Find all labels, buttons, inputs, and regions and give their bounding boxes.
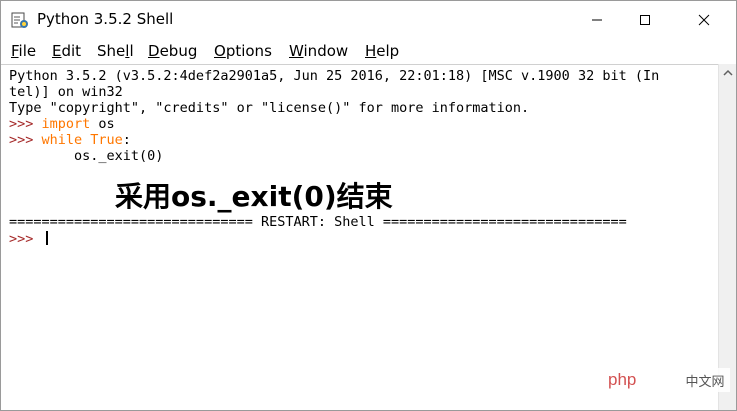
input-line-while: >>> while True:	[9, 132, 131, 148]
close-button[interactable]	[681, 1, 727, 39]
keyword: while True	[41, 132, 123, 148]
menu-bar: File Edit Shell Debug Options Window Hel…	[1, 39, 736, 63]
prompt: >>>	[9, 231, 42, 247]
restart-banner: ============================== RESTART: …	[9, 214, 627, 230]
title-bar[interactable]: Python 3.5.2 Shell	[1, 1, 736, 39]
window-title: Python 3.5.2 Shell	[37, 10, 174, 28]
vertical-scrollbar[interactable]	[718, 64, 736, 410]
menu-debug[interactable]: Debug	[148, 42, 197, 60]
minimize-button[interactable]	[574, 1, 620, 39]
menu-edit[interactable]: Edit	[52, 42, 81, 60]
idle-shell-window: Python 3.5.2 Shell File Edit Shell Debug…	[0, 0, 737, 411]
menu-options[interactable]: Options	[214, 42, 272, 60]
close-icon	[698, 14, 710, 26]
maximize-button[interactable]	[622, 1, 668, 39]
input-line-import: >>> import os	[9, 116, 115, 132]
menu-shell[interactable]: Shell	[97, 42, 134, 60]
menu-help[interactable]: Help	[365, 42, 399, 60]
minimize-icon	[592, 19, 602, 21]
text-cursor	[45, 231, 48, 245]
shell-text-area[interactable]: Python 3.5.2 (v3.5.2:4def2a2901a5, Jun 2…	[1, 64, 718, 410]
prompt: >>>	[9, 132, 42, 148]
arrow-up-icon	[723, 69, 733, 76]
code-text: os	[90, 116, 115, 132]
code-text: :	[122, 132, 131, 148]
watermark-text: 中文网	[680, 368, 730, 392]
banner-line: Type "copyright", "credits" or "license(…	[9, 100, 530, 116]
prompt: >>>	[9, 116, 42, 132]
banner-line: Python 3.5.2 (v3.5.2:4def2a2901a5, Jun 2…	[9, 68, 660, 84]
watermark-logo: php	[608, 370, 637, 389]
python-idle-icon	[11, 11, 29, 29]
banner-line: tel)] on win32	[9, 84, 123, 100]
keyword: import	[41, 116, 91, 132]
menu-window[interactable]: Window	[289, 42, 348, 60]
maximize-icon	[640, 15, 650, 25]
active-prompt-line[interactable]: >>>	[9, 231, 48, 247]
input-line-exit: os._exit(0)	[9, 148, 164, 164]
scroll-up-button[interactable]	[719, 64, 736, 82]
annotation-caption: 采用os._exit(0)结束	[115, 180, 393, 213]
menu-file[interactable]: File	[11, 42, 36, 60]
